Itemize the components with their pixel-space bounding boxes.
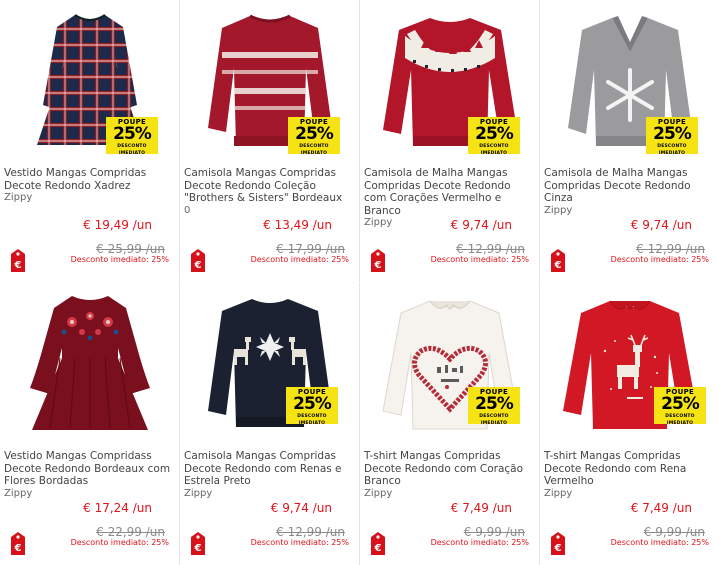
discount-badge: POUPE 25% DESCONTO IMEDIATO	[468, 117, 520, 156]
product-name[interactable]: Camisola Mangas Compridas Decote Redondo…	[184, 450, 356, 500]
product-brand: Zippy	[544, 204, 573, 216]
price-tag-icon[interactable]: €	[368, 531, 388, 557]
product-old-price: € 17,99 /un	[276, 242, 345, 256]
product-old-price: € 9,99 /un	[463, 525, 525, 539]
product-old-price: € 9,99 /un	[643, 525, 705, 539]
price-tag-icon[interactable]: €	[188, 531, 208, 557]
svg-text:€: €	[374, 260, 382, 271]
discount-badge: POUPE 25% DESCONTO IMEDIATO	[468, 387, 520, 426]
floral-dress-icon	[30, 296, 150, 430]
price-tag-icon[interactable]: €	[188, 248, 208, 274]
product-price: € 9,74 /un	[270, 501, 332, 515]
product-grid: POUPE 25% DESCONTO IMEDIATO Vestido Mang…	[0, 0, 719, 565]
discount-badge: POUPE 25% DESCONTO IMEDIATO	[288, 117, 340, 156]
svg-text:€: €	[194, 543, 202, 554]
product-price: € 19,49 /un	[83, 218, 152, 232]
product-price: € 7,49 /un	[630, 501, 692, 515]
svg-text:€: €	[14, 260, 22, 271]
product-old-price: € 12,99 /un	[276, 525, 345, 539]
product-brand: Zippy	[544, 487, 573, 499]
discount-label: Desconto imediato: 25%	[70, 255, 169, 264]
product-card[interactable]: POUPE 25% DESCONTO IMEDIATO T-shirt Mang…	[540, 283, 719, 565]
product-price: € 17,24 /un	[83, 501, 152, 515]
product-brand: Zippy	[184, 487, 213, 499]
discount-label: Desconto imediato: 25%	[430, 538, 529, 547]
product-card[interactable]: POUPE 25% DESCONTO IMEDIATO T-shirt Mang…	[360, 283, 540, 565]
product-card[interactable]: POUPE 25% DESCONTO IMEDIATO Camisola de …	[360, 0, 540, 282]
discount-label: Desconto imediato: 25%	[250, 538, 349, 547]
product-image[interactable]	[0, 283, 180, 443]
discount-label: Desconto imediato: 25%	[610, 538, 709, 547]
product-card[interactable]: POUPE 25% DESCONTO IMEDIATO Vestido Mang…	[0, 0, 180, 282]
price-tag-icon[interactable]: €	[548, 248, 568, 274]
price-tag-icon[interactable]: €	[548, 531, 568, 557]
product-name[interactable]: Camisola de Malha Mangas Compridas Decot…	[544, 167, 716, 217]
product-price: € 9,74 /un	[630, 218, 692, 232]
product-price: € 13,49 /un	[263, 218, 332, 232]
product-name[interactable]: Vestido Mangas Compridas Decote Redondo …	[4, 167, 176, 205]
product-card[interactable]: POUPE 25% DESCONTO IMEDIATO Camisola Man…	[180, 0, 360, 282]
product-old-price: € 25,99 /un	[96, 242, 165, 256]
discount-badge: POUPE 25% DESCONTO IMEDIATO	[286, 387, 338, 426]
product-card[interactable]: POUPE 25% DESCONTO IMEDIATO Camisola de …	[540, 0, 719, 282]
product-brand: 0	[184, 204, 191, 216]
discount-label: Desconto imediato: 25%	[610, 255, 709, 264]
product-brand: Zippy	[4, 487, 33, 499]
product-brand: Zippy	[4, 192, 33, 203]
product-name[interactable]: Camisola Mangas Compridas Decote Redondo…	[184, 167, 356, 217]
product-price: € 7,49 /un	[450, 501, 512, 515]
product-name[interactable]: Vestido Mangas Compridass Decote Redondo…	[4, 450, 176, 500]
discount-label: Desconto imediato: 25%	[430, 255, 529, 264]
product-brand: Zippy	[364, 487, 393, 499]
product-price: € 9,74 /un	[450, 218, 512, 232]
svg-text:€: €	[194, 260, 202, 271]
svg-text:€: €	[554, 543, 562, 554]
price-tag-icon[interactable]: €	[8, 248, 28, 274]
discount-badge: POUPE 25% DESCONTO IMEDIATO	[654, 387, 706, 426]
product-card[interactable]: Vestido Mangas Compridass Decote Redondo…	[0, 283, 180, 565]
discount-label: Desconto imediato: 25%	[250, 255, 349, 264]
discount-label: Desconto imediato: 25%	[70, 538, 169, 547]
price-tag-icon[interactable]: €	[8, 531, 28, 557]
product-card[interactable]: POUPE 25% DESCONTO IMEDIATO Camisola Man…	[180, 283, 360, 565]
svg-text:€: €	[554, 260, 562, 271]
product-old-price: € 12,99 /un	[636, 242, 705, 256]
product-old-price: € 22,99 /un	[96, 525, 165, 539]
svg-text:€: €	[374, 543, 382, 554]
discount-badge: POUPE 25% DESCONTO IMEDIATO	[106, 117, 158, 156]
product-name[interactable]: T-shirt Mangas Compridas Decote Redondo …	[544, 450, 716, 500]
price-tag-icon[interactable]: €	[368, 248, 388, 274]
svg-text:€: €	[14, 543, 22, 554]
product-name[interactable]: T-shirt Mangas Compridas Decote Redondo …	[364, 450, 536, 500]
discount-badge: POUPE 25% DESCONTO IMEDIATO	[646, 117, 698, 156]
product-old-price: € 12,99 /un	[456, 242, 525, 256]
